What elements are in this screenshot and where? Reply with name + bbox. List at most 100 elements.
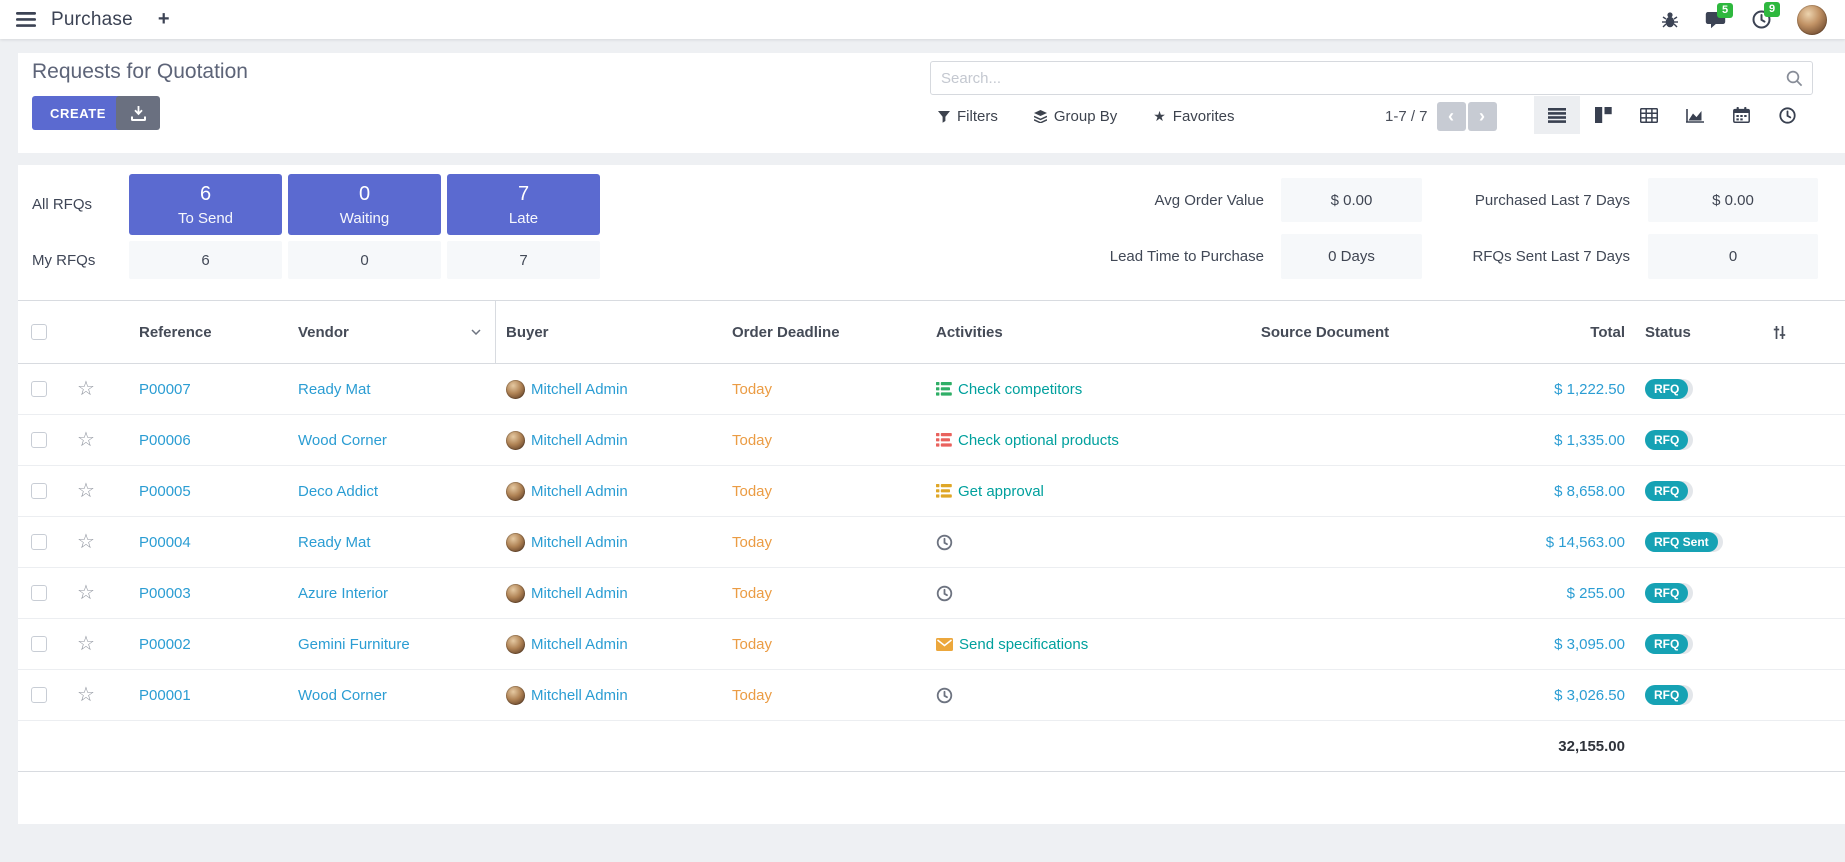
table-row[interactable]: ☆ P00005 Deco Addict Mitchell Admin Toda…	[18, 466, 1845, 517]
table-row[interactable]: ☆ P00003 Azure Interior Mitchell Admin T…	[18, 568, 1845, 619]
view-list-button[interactable]	[1534, 96, 1580, 134]
filters-button[interactable]: Filters	[938, 108, 998, 125]
activity-link[interactable]: Get approval	[958, 483, 1044, 500]
buyer-link[interactable]: Mitchell Admin	[531, 381, 628, 398]
reference-link[interactable]: P00004	[139, 534, 191, 551]
app-title[interactable]: Purchase	[51, 9, 133, 31]
reference-link[interactable]: P00003	[139, 585, 191, 602]
table-row[interactable]: ☆ P00004 Ready Mat Mitchell Admin Today …	[18, 517, 1845, 568]
tile-late[interactable]: 7 Late	[447, 174, 600, 235]
my-waiting[interactable]: 0	[288, 241, 441, 279]
control-panel: Requests for Quotation CREATE Filters Gr…	[18, 53, 1845, 153]
view-calendar-button[interactable]	[1718, 96, 1764, 134]
vendor-link[interactable]: Gemini Furniture	[298, 636, 410, 653]
user-avatar[interactable]	[1797, 5, 1827, 35]
my-late[interactable]: 7	[447, 241, 600, 279]
pager-previous-button[interactable]: ‹	[1437, 102, 1466, 131]
view-activity-button[interactable]	[1764, 96, 1810, 134]
activity-email-icon[interactable]	[936, 638, 953, 651]
vendor-link[interactable]: Wood Corner	[298, 687, 387, 704]
buyer-link[interactable]: Mitchell Admin	[531, 636, 628, 653]
reference-link[interactable]: P00001	[139, 687, 191, 704]
buyer-link[interactable]: Mitchell Admin	[531, 483, 628, 500]
favorite-star-icon[interactable]: ☆	[77, 583, 95, 603]
favorites-button[interactable]: ★ Favorites	[1153, 108, 1234, 125]
row-checkbox[interactable]	[31, 432, 47, 448]
view-pivot-button[interactable]	[1626, 96, 1672, 134]
view-kanban-button[interactable]	[1580, 96, 1626, 134]
view-graph-button[interactable]	[1672, 96, 1718, 134]
header-reference[interactable]: Reference	[112, 301, 290, 363]
buyer-link[interactable]: Mitchell Admin	[531, 432, 628, 449]
order-deadline-value: Today	[732, 381, 772, 398]
buyer-link[interactable]: Mitchell Admin	[531, 687, 628, 704]
tile-waiting[interactable]: 0 Waiting	[288, 174, 441, 235]
favorite-star-icon[interactable]: ☆	[77, 430, 95, 450]
reference-link[interactable]: P00005	[139, 483, 191, 500]
pager-next-button[interactable]: ›	[1468, 102, 1497, 131]
activity-todo-list-icon[interactable]	[936, 484, 952, 498]
total-amount: $ 1,335.00	[1554, 432, 1625, 449]
select-all-checkbox[interactable]	[31, 324, 47, 340]
vendor-link[interactable]: Azure Interior	[298, 585, 388, 602]
activity-link[interactable]: Send specifications	[959, 636, 1088, 653]
reference-link[interactable]: P00002	[139, 636, 191, 653]
favorite-star-icon[interactable]: ☆	[77, 634, 95, 654]
buyer-avatar	[506, 635, 525, 654]
row-checkbox[interactable]	[31, 483, 47, 499]
order-deadline-value: Today	[732, 534, 772, 551]
header-activities[interactable]: Activities	[918, 301, 1180, 363]
table-row[interactable]: ☆ P00001 Wood Corner Mitchell Admin Toda…	[18, 670, 1845, 721]
vendor-link[interactable]: Ready Mat	[298, 534, 371, 551]
favorite-star-icon[interactable]: ☆	[77, 481, 95, 501]
header-status[interactable]: Status	[1627, 301, 1720, 363]
source-document-value	[1180, 364, 1470, 414]
favorite-star-icon[interactable]: ☆	[77, 379, 95, 399]
activity-link[interactable]: Check competitors	[958, 381, 1082, 398]
activity-clock-icon[interactable]	[936, 585, 953, 602]
favorite-star-icon[interactable]: ☆	[77, 532, 95, 552]
vendor-link[interactable]: Ready Mat	[298, 381, 371, 398]
activity-link[interactable]: Check optional products	[958, 432, 1119, 449]
header-vendor[interactable]: Vendor	[290, 301, 496, 363]
debug-bug-icon[interactable]	[1661, 11, 1679, 28]
table-row[interactable]: ☆ P00007 Ready Mat Mitchell Admin Today …	[18, 364, 1845, 415]
header-source-document[interactable]: Source Document	[1180, 301, 1470, 363]
optional-columns-icon[interactable]	[1772, 325, 1787, 340]
activity-clock-icon[interactable]	[936, 534, 953, 551]
row-checkbox[interactable]	[31, 585, 47, 601]
buyer-link[interactable]: Mitchell Admin	[531, 534, 628, 551]
my-to-send[interactable]: 6	[129, 241, 282, 279]
header-total[interactable]: Total	[1470, 301, 1627, 363]
table-row[interactable]: ☆ P00006 Wood Corner Mitchell Admin Toda…	[18, 415, 1845, 466]
create-button[interactable]: CREATE	[32, 96, 124, 130]
table-row[interactable]: ☆ P00002 Gemini Furniture Mitchell Admin…	[18, 619, 1845, 670]
activities-clock-icon[interactable]: 9	[1752, 10, 1771, 29]
tile-to-send[interactable]: 6 To Send	[129, 174, 282, 235]
search-icon[interactable]	[1786, 70, 1803, 87]
status-badge: RFQ	[1645, 634, 1693, 654]
search-input[interactable]	[931, 62, 1812, 94]
top-navbar: Purchase + 5 9	[0, 0, 1845, 39]
vendor-link[interactable]: Deco Addict	[298, 483, 378, 500]
activity-todo-list-icon[interactable]	[936, 433, 952, 447]
vendor-link[interactable]: Wood Corner	[298, 432, 387, 449]
reference-link[interactable]: P00007	[139, 381, 191, 398]
header-buyer[interactable]: Buyer	[496, 301, 718, 363]
row-checkbox[interactable]	[31, 687, 47, 703]
row-checkbox[interactable]	[31, 534, 47, 550]
hamburger-menu-icon[interactable]	[16, 12, 36, 27]
row-checkbox[interactable]	[31, 381, 47, 397]
group-by-button[interactable]: Group By	[1034, 108, 1117, 125]
messages-icon[interactable]: 5	[1705, 11, 1726, 29]
buyer-avatar	[506, 584, 525, 603]
reference-link[interactable]: P00006	[139, 432, 191, 449]
favorite-star-icon[interactable]: ☆	[77, 685, 95, 705]
add-tab-icon[interactable]: +	[158, 8, 170, 31]
activity-clock-icon[interactable]	[936, 687, 953, 704]
activity-todo-list-icon[interactable]	[936, 382, 952, 396]
buyer-link[interactable]: Mitchell Admin	[531, 585, 628, 602]
export-button[interactable]	[116, 96, 160, 130]
header-order-deadline[interactable]: Order Deadline	[718, 301, 918, 363]
row-checkbox[interactable]	[31, 636, 47, 652]
